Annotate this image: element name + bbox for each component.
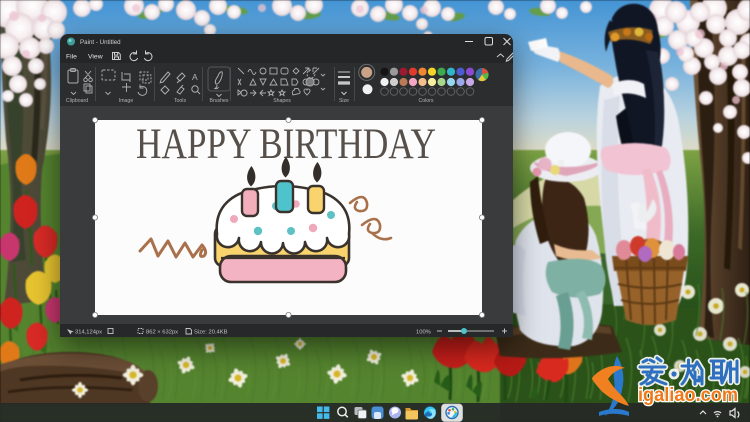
svg-text:File: File	[66, 54, 77, 61]
svg-text:Brushes: Brushes	[209, 98, 228, 104]
svg-text:314,124px: 314,124px	[75, 330, 102, 336]
svg-text:Shapes: Shapes	[273, 98, 291, 104]
svg-text:View: View	[88, 54, 103, 61]
svg-text:Clipboard: Clipboard	[66, 98, 88, 104]
svg-text:Size: 20.4KB: Size: 20.4KB	[194, 330, 228, 336]
svg-text:100%: 100%	[416, 330, 431, 336]
svg-text:A: A	[192, 72, 198, 82]
svg-text:Image: Image	[119, 98, 134, 104]
svg-text:Colors: Colors	[419, 98, 434, 104]
svg-text:igaliao.com: igaliao.com	[638, 384, 738, 406]
svg-text:862 × 632px: 862 × 632px	[146, 330, 178, 336]
svg-text:Size: Size	[339, 98, 349, 104]
svg-text:Tools: Tools	[174, 98, 187, 104]
svg-text:Paint - Untitled: Paint - Untitled	[80, 39, 121, 46]
